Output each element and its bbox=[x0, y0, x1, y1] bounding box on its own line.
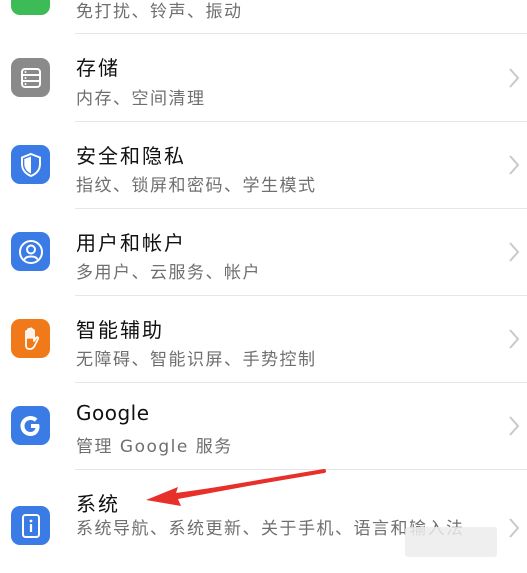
sound-icon bbox=[11, 0, 50, 15]
settings-item-title: 用户和帐户 bbox=[76, 231, 186, 255]
settings-item-google[interactable]: Google 管理 Google 服务 bbox=[0, 383, 527, 470]
settings-item-title: 存储 bbox=[76, 56, 120, 80]
storage-icon bbox=[11, 58, 50, 97]
chevron-right-icon bbox=[509, 155, 520, 175]
hand-icon bbox=[11, 319, 50, 358]
settings-item-title: 系统 bbox=[76, 492, 120, 516]
settings-item-subtitle: 管理 Google 服务 bbox=[76, 437, 233, 457]
settings-item-storage[interactable]: 存储 内存、空间清理 bbox=[0, 34, 527, 122]
user-icon bbox=[11, 232, 50, 271]
settings-item-smart-assistance[interactable]: 智能辅助 无障碍、智能识屏、手势控制 bbox=[0, 296, 527, 383]
info-phone-icon bbox=[11, 506, 50, 545]
settings-item-subtitle: 免打扰、铃声、振动 bbox=[76, 2, 243, 22]
chevron-right-icon bbox=[509, 242, 520, 262]
google-g-icon bbox=[11, 406, 50, 445]
settings-item-subtitle: 内存、空间清理 bbox=[76, 89, 206, 109]
settings-item-subtitle: 多用户、云服务、帐户 bbox=[76, 263, 261, 283]
chevron-right-icon bbox=[509, 518, 520, 538]
settings-item-subtitle: 无障碍、智能识屏、手势控制 bbox=[76, 350, 317, 370]
watermark bbox=[405, 527, 497, 557]
settings-item-system[interactable]: 系统 系统导航、系统更新、关于手机、语言和输入法 bbox=[0, 470, 527, 573]
settings-item-users[interactable]: 用户和帐户 多用户、云服务、帐户 bbox=[0, 209, 527, 296]
chevron-right-icon bbox=[509, 329, 520, 349]
chevron-right-icon bbox=[509, 416, 520, 436]
settings-item-title: Google bbox=[76, 401, 150, 425]
settings-item-sound[interactable]: 免打扰、铃声、振动 bbox=[0, 0, 527, 34]
settings-item-title: 安全和隐私 bbox=[76, 144, 186, 168]
chevron-right-icon bbox=[509, 68, 520, 88]
settings-item-security[interactable]: 安全和隐私 指纹、锁屏和密码、学生模式 bbox=[0, 122, 527, 209]
settings-item-title: 智能辅助 bbox=[76, 318, 164, 342]
settings-screen: 免打扰、铃声、振动 存储 内存、空间清理 安全和隐私 指纹、锁屏和密码、学生模式… bbox=[0, 0, 527, 573]
shield-icon bbox=[11, 145, 50, 184]
settings-item-subtitle: 指纹、锁屏和密码、学生模式 bbox=[76, 176, 317, 196]
